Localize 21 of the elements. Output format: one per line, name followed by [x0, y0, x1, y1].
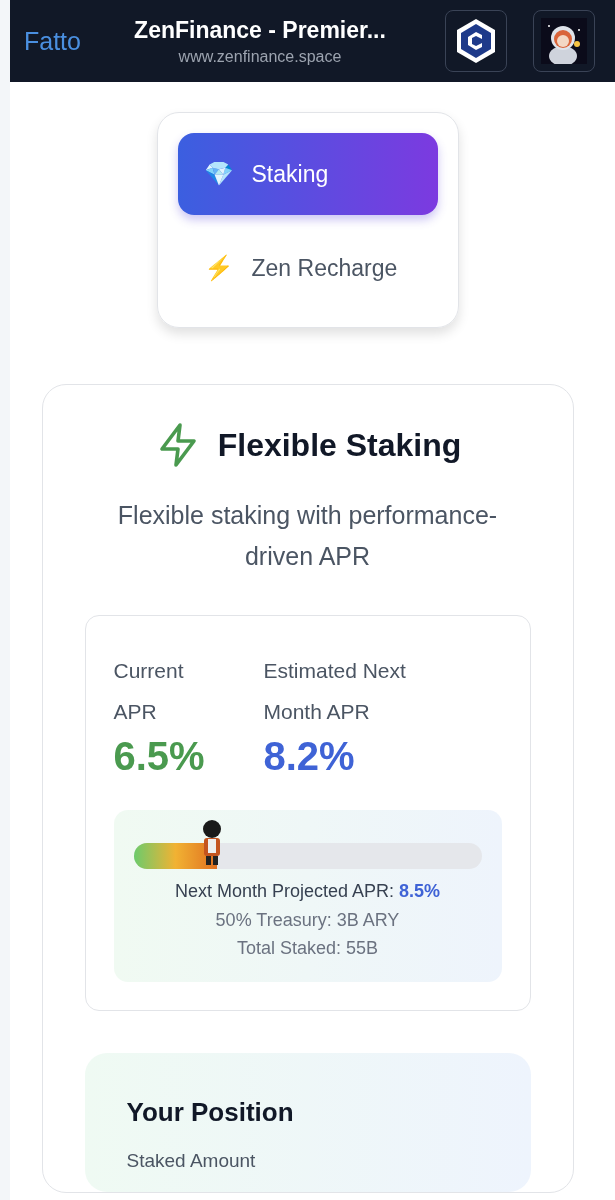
apr-value: 6.5% — [113, 733, 206, 780]
tab[interactable]: 💎 Staking — [177, 133, 438, 215]
staked-amount-label: Staked Amount — [126, 1150, 257, 1172]
done-button[interactable]: Fatto — [18, 26, 87, 56]
tab-icon: 💎 — [203, 160, 234, 188]
apr-value: 8.2% — [263, 733, 356, 780]
page-title: ZenFinance - Premier... — [134, 16, 386, 44]
card-title: Flexible Staking — [217, 426, 462, 464]
page-url: www.zenfinance.space — [178, 47, 342, 66]
apr-label: Estimated Next Month APR — [263, 658, 407, 725]
total-staked-text: Total Staked: 55B — [235, 938, 380, 958]
projected-apr-text: Next Month Projected APR: 8.5% — [173, 881, 442, 902]
site-logo-button[interactable] — [445, 10, 507, 72]
card-subtitle: Flexible staking with performance-driven APR — [116, 500, 499, 572]
position-title: Your Position — [126, 1097, 295, 1128]
avatar-button[interactable] — [533, 10, 595, 72]
treasury-text: 50% Treasury: 3B ARY — [214, 910, 401, 930]
hexagon-logo-icon — [454, 17, 498, 65]
tab[interactable]: ⚡ Zen Recharge — [177, 227, 438, 309]
apr-label: Current APR — [113, 658, 185, 725]
tab-icon: ⚡ — [203, 254, 234, 282]
